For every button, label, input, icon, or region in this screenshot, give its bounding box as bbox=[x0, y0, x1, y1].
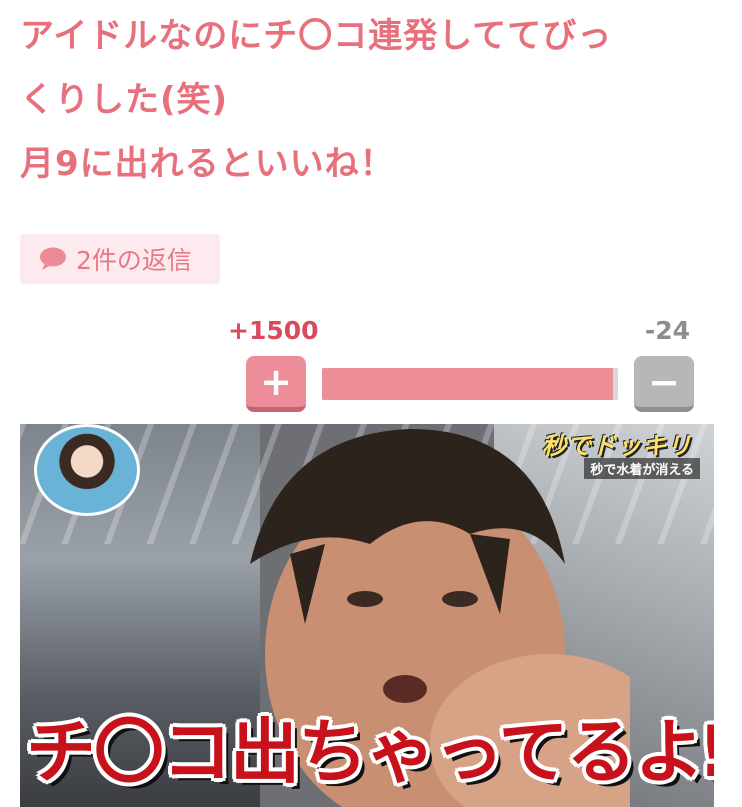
wipe-inset bbox=[34, 424, 140, 516]
comment-line: アイドルなのにチ〇コ連発しててびっ bbox=[20, 16, 613, 56]
minus-icon: − bbox=[648, 359, 680, 404]
vote-ratio-fill bbox=[322, 368, 614, 400]
replies-button[interactable]: 2件の返信 bbox=[20, 234, 220, 284]
plus-vote-count: +1500 bbox=[228, 316, 319, 345]
minus-vote-count: -24 bbox=[644, 316, 690, 345]
attached-image[interactable]: 秒でドッキリ 秒で水着が消える チ〇コ出ちゃってるよ⁉ bbox=[20, 424, 714, 807]
show-logo-subtitle: 秒で水着が消える bbox=[584, 458, 700, 479]
image-caption: チ〇コ出ちゃってるよ⁉ bbox=[26, 711, 714, 793]
comment-text: アイドルなのにチ〇コ連発しててびっ くりした(笑) 月9に出れるといいね！ bbox=[20, 4, 730, 196]
show-logo: 秒でドッキリ bbox=[542, 432, 692, 460]
comment-line: くりした(笑) bbox=[20, 80, 229, 120]
replies-label: 2件の返信 bbox=[76, 246, 192, 275]
speech-bubble-icon bbox=[36, 245, 70, 273]
comment-line: 月9に出れるといいね！ bbox=[20, 144, 395, 184]
vote-ratio-bar bbox=[322, 368, 618, 400]
minus-vote-button[interactable]: − bbox=[634, 356, 694, 412]
plus-vote-button[interactable]: + bbox=[246, 356, 306, 412]
plus-icon: + bbox=[260, 359, 292, 404]
